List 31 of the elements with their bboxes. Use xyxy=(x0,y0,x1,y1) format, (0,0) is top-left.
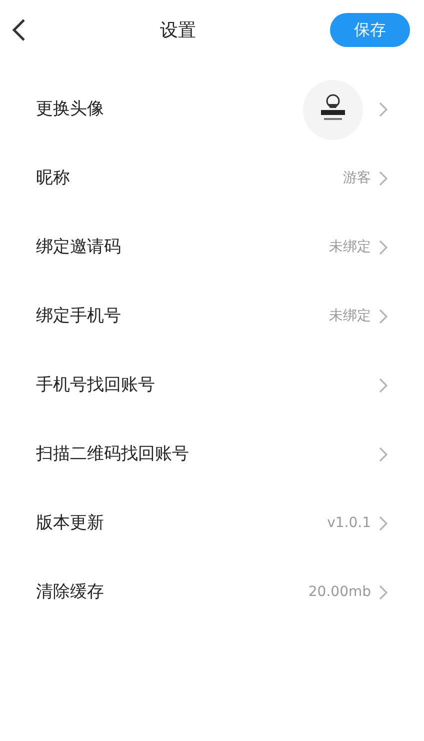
setting-value: 20.00mb xyxy=(308,583,371,602)
chevron-right-icon xyxy=(379,309,388,324)
settings-row[interactable]: 昵称 游客 xyxy=(0,144,424,213)
settings-row[interactable]: 更换头像 xyxy=(0,75,424,144)
setting-label: 清除缓存 xyxy=(36,580,104,604)
chevron-right-icon xyxy=(379,447,388,462)
settings-row[interactable]: 版本更新 v1.0.1 xyxy=(0,489,424,558)
chevron-right-icon xyxy=(379,240,388,255)
settings-row[interactable]: 手机号找回账号 xyxy=(0,351,424,420)
setting-value: 游客 xyxy=(343,169,371,188)
back-icon[interactable] xyxy=(12,18,26,42)
setting-label: 绑定手机号 xyxy=(36,304,121,328)
settings-row[interactable]: 扫描二维码找回账号 xyxy=(0,420,424,489)
setting-label: 版本更新 xyxy=(36,512,104,535)
setting-label: 扫描二维码找回账号 xyxy=(36,442,189,466)
setting-label: 绑定邀请码 xyxy=(36,236,121,259)
settings-row[interactable]: 清除缓存 20.00mb xyxy=(0,558,424,627)
setting-value: 未绑定 xyxy=(329,238,371,257)
setting-value: v1.0.1 xyxy=(327,514,371,533)
setting-label: 更换头像 xyxy=(36,98,104,121)
settings-row[interactable]: 绑定邀请码 未绑定 xyxy=(0,213,424,282)
setting-value: 未绑定 xyxy=(329,307,371,326)
settings-row[interactable]: 绑定手机号 未绑定 xyxy=(0,282,424,351)
chevron-right-icon xyxy=(379,171,388,186)
chevron-right-icon xyxy=(379,516,388,531)
setting-label: 手机号找回账号 xyxy=(36,374,155,397)
setting-label: 昵称 xyxy=(36,166,70,190)
chevron-right-icon xyxy=(379,378,388,393)
chevron-right-icon xyxy=(379,585,388,600)
chevron-right-icon xyxy=(379,102,388,117)
page-title: 设置 xyxy=(160,18,196,42)
